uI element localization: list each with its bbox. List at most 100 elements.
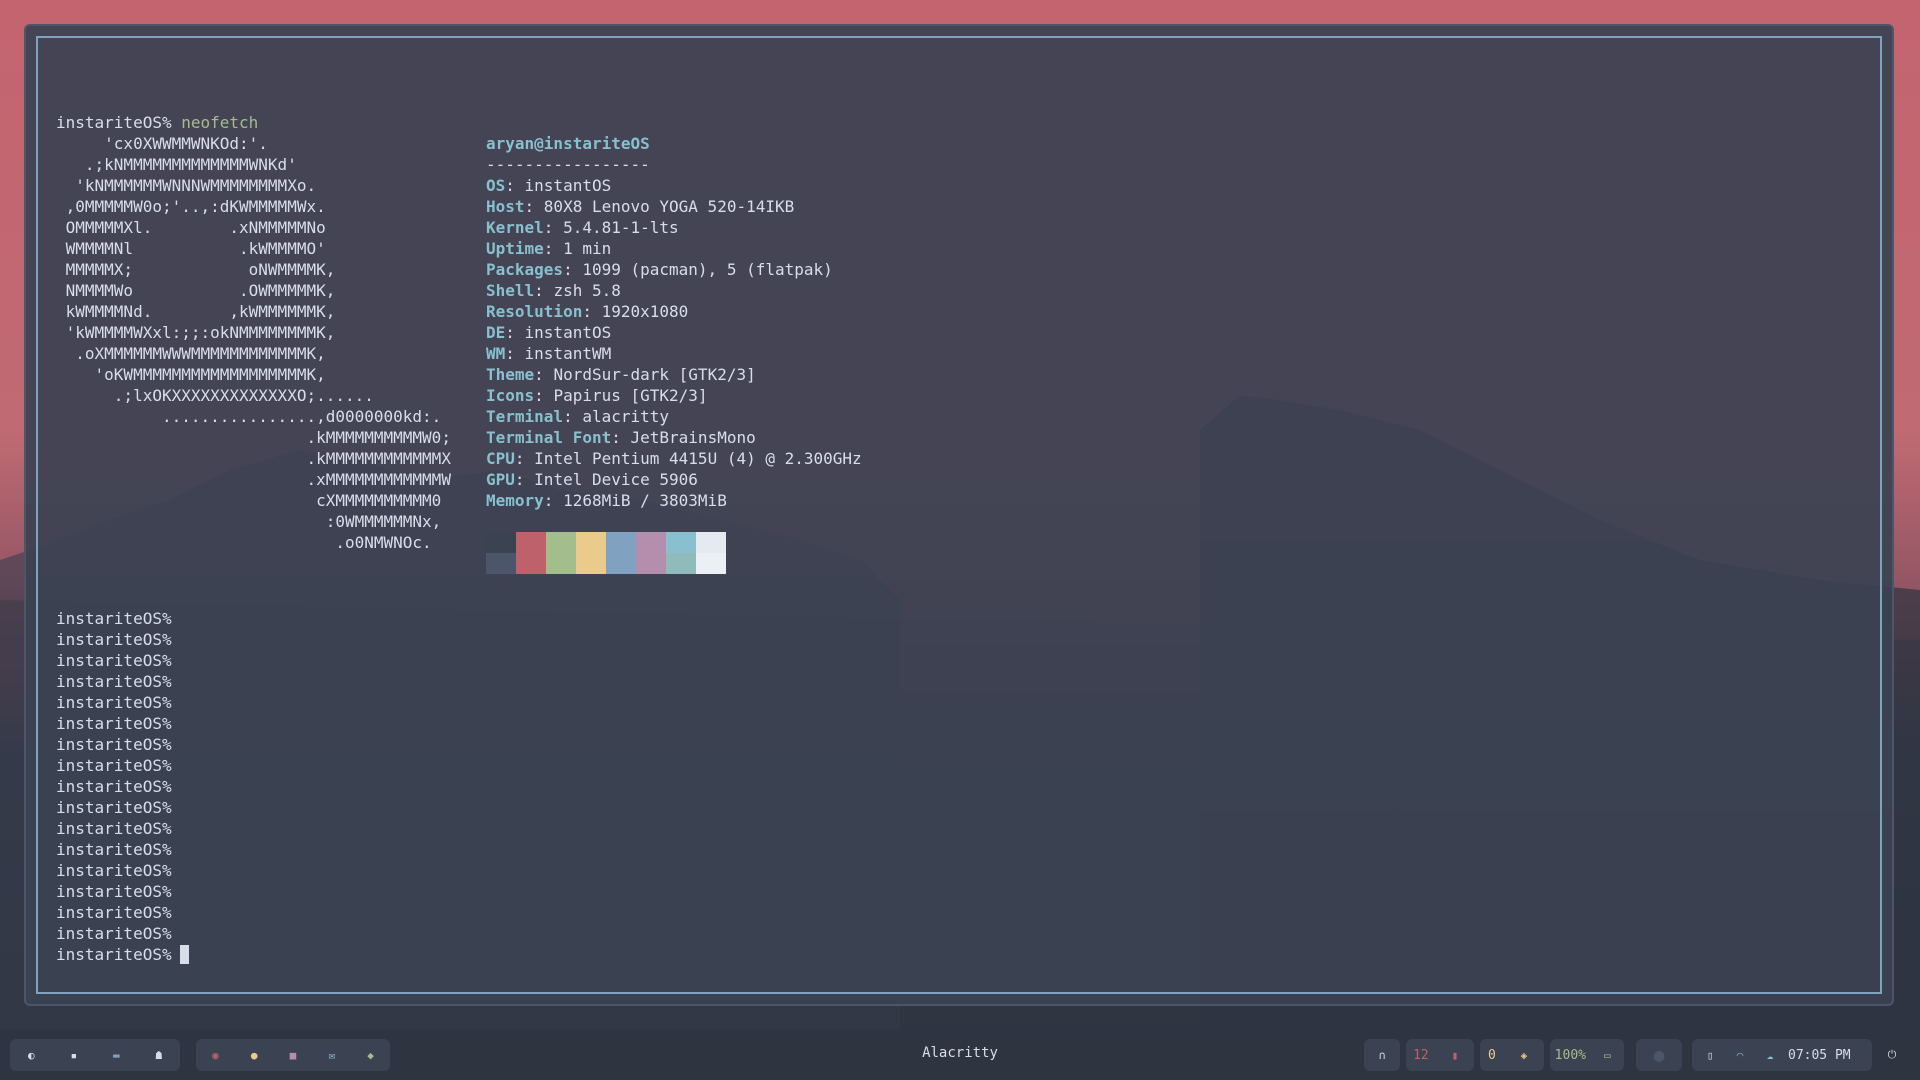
headphones-icon[interactable]: ∩ <box>1370 1049 1394 1062</box>
ascii-logo-line: .;kNMMMMMMMMMMMMMWNKd' <box>56 155 297 174</box>
terminal-output[interactable]: instariteOS% neofetch 'cx0XWWMMWNKOd:'. … <box>56 86 862 964</box>
info-key: Packages <box>486 260 564 279</box>
ascii-logo-line: .;lxOKXXXXXXXXXXXXXO;...... <box>56 386 374 405</box>
prompt-line: instariteOS% <box>56 630 172 649</box>
color-swatch <box>636 532 666 574</box>
info-row: Terminal: alacritty <box>486 406 669 427</box>
info-row: Packages: 1099 (pacman), 5 (flatpak) <box>486 259 833 280</box>
prompt-line: instariteOS% <box>56 861 172 880</box>
updates-group[interactable]: 0 ◈ <box>1480 1039 1544 1071</box>
color-swatch <box>546 532 576 574</box>
info-row: Host: 80X8 Lenovo YOGA 520-14IKB <box>486 196 794 217</box>
separator: ----------------- <box>486 155 650 174</box>
updates-count: 0 <box>1488 1047 1496 1063</box>
ascii-logo-line: 'kNMMMMMMWNNNWMMMMMMMMXo. <box>56 176 317 195</box>
terminal-window[interactable]: instariteOS% neofetch 'cx0XWWMMWNKOd:'. … <box>24 24 1894 1006</box>
user-host: aryan@instariteOS <box>486 134 650 153</box>
info-value: : alacritty <box>563 407 670 426</box>
ascii-logo-line: :0WMMMMMMNx, <box>56 512 442 531</box>
ascii-logo-line: 'kWMMMMWXxl:;;:okNMMMMMMMMK, <box>56 323 336 342</box>
prompt-line: instariteOS% <box>56 735 172 754</box>
color-swatch <box>486 532 516 574</box>
command-line: instariteOS% neofetch <box>56 112 258 133</box>
prompt-line: instariteOS% <box>56 840 172 859</box>
info-value: : instantOS <box>505 323 612 342</box>
ascii-logo-line: OMMMMMXl. .xNMMMMMNo <box>56 218 326 237</box>
info-value: : NordSur-dark [GTK2/3] <box>534 365 756 384</box>
info-row: Memory: 1268MiB / 3803MiB <box>486 490 727 511</box>
window-title: Alacritty <box>922 1045 998 1061</box>
info-value: : Intel Pentium 4415U (4) @ 2.300GHz <box>514 449 862 468</box>
prompt: instariteOS% <box>56 113 172 132</box>
info-row: WM: instantWM <box>486 343 611 364</box>
wifi-icon[interactable]: ◠ <box>1728 1049 1752 1062</box>
command-text: neofetch <box>181 113 259 132</box>
prompt-line: instariteOS% <box>56 924 172 943</box>
info-value: : zsh 5.8 <box>534 281 621 300</box>
info-key: DE <box>486 323 506 342</box>
prompt-line: instariteOS% <box>56 756 172 775</box>
info-value: : Intel Device 5906 <box>514 470 698 489</box>
info-row: Kernel: 5.4.81-1-lts <box>486 217 679 238</box>
prompt-line: instariteOS% <box>56 714 172 733</box>
info-key: GPU <box>486 470 515 489</box>
info-value: : JetBrainsMono <box>611 428 756 447</box>
info-value: : instantOS <box>505 176 612 195</box>
ascii-logo-line: MMMMMX; oNWMMMMK, <box>56 260 336 279</box>
info-value: : Papirus [GTK2/3] <box>534 386 708 405</box>
info-row: Terminal Font: JetBrainsMono <box>486 427 756 448</box>
info-key: Host <box>486 197 525 216</box>
ascii-logo-line: 'oKWMMMMMMMMMMMMMMMMMMK, <box>56 365 326 384</box>
info-row: DE: instantOS <box>486 322 611 343</box>
ascii-logo-line: ................,d0000000kd:. <box>56 407 442 426</box>
ascii-logo-line: .kMMMMMMMMMMW0; <box>56 428 451 447</box>
prompt-line: instariteOS% <box>56 819 172 838</box>
text-cursor <box>179 945 189 964</box>
ascii-logo-line: ,0MMMMMW0o;'..,:dKWMMMMMWx. <box>56 197 326 216</box>
battery-group[interactable]: 100% ▭ <box>1550 1039 1624 1071</box>
battery-percent: 100% <box>1554 1047 1586 1063</box>
info-key: Resolution <box>486 302 583 321</box>
info-key: WM <box>486 344 506 363</box>
prompt-line: instariteOS% <box>56 651 172 670</box>
info-value: : 1099 (pacman), 5 (flatpak) <box>563 260 833 279</box>
info-key: Terminal <box>486 407 564 426</box>
system-tray: ▯ ◠ ☁ 07:05 PM <box>1692 1039 1872 1071</box>
prompt-line: instariteOS% <box>56 693 172 712</box>
power-icon[interactable]: ⏻ <box>1880 1048 1904 1062</box>
power-group: ⏻ <box>1876 1039 1908 1071</box>
info-key: Theme <box>486 365 535 384</box>
info-value: : 1268MiB / 3803MiB <box>543 491 727 510</box>
headphones-group: ∩ <box>1364 1039 1400 1071</box>
info-row: OS: instantOS <box>486 175 611 196</box>
ascii-logo-line: .o0NMWNOc. <box>56 533 432 552</box>
info-row: GPU: Intel Device 5906 <box>486 469 698 490</box>
prompt-line: instariteOS% <box>56 609 172 628</box>
info-row: CPU: Intel Pentium 4415U (4) @ 2.300GHz <box>486 448 862 469</box>
notifications-group[interactable]: 12 ▮ <box>1406 1039 1474 1071</box>
trash-icon: ▮ <box>1451 1048 1459 1062</box>
info-key: Icons <box>486 386 535 405</box>
info-value: : 80X8 Lenovo YOGA 520-14IKB <box>524 197 795 216</box>
cloud-icon[interactable]: ☁ <box>1758 1049 1782 1062</box>
ascii-logo-line: kWMMMMNd. ,kWMMMMMMK, <box>56 302 336 321</box>
phone-icon[interactable]: ▯ <box>1698 1049 1722 1062</box>
clock: 07:05 PM <box>1788 1047 1851 1063</box>
prompt-line: instariteOS% <box>56 672 172 691</box>
info-row: Uptime: 1 min <box>486 238 611 259</box>
prompt-line: instariteOS% <box>56 903 172 922</box>
info-row: Shell: zsh 5.8 <box>486 280 621 301</box>
notifications-count: 12 <box>1413 1047 1429 1063</box>
ascii-logo-line: .xMMMMMMMMMMMMW <box>56 470 451 489</box>
color-swatch <box>516 532 546 574</box>
ascii-logo-line: .oXMMMMMMWWWMMMMMMMMMMMMK, <box>56 344 326 363</box>
ascii-logo-line: NMMMMWo .OWMMMMMK, <box>56 281 336 300</box>
info-row: Theme: NordSur-dark [GTK2/3] <box>486 364 756 385</box>
info-key: CPU <box>486 449 515 468</box>
ascii-logo-line: .kMMMMMMMMMMMMX <box>56 449 451 468</box>
color-swatch <box>606 532 636 574</box>
prompt-line: instariteOS% <box>56 944 189 965</box>
info-key: OS <box>486 176 506 195</box>
package-icon: ◈ <box>1520 1048 1528 1062</box>
avatar-icon[interactable]: ● <box>1647 1045 1671 1066</box>
